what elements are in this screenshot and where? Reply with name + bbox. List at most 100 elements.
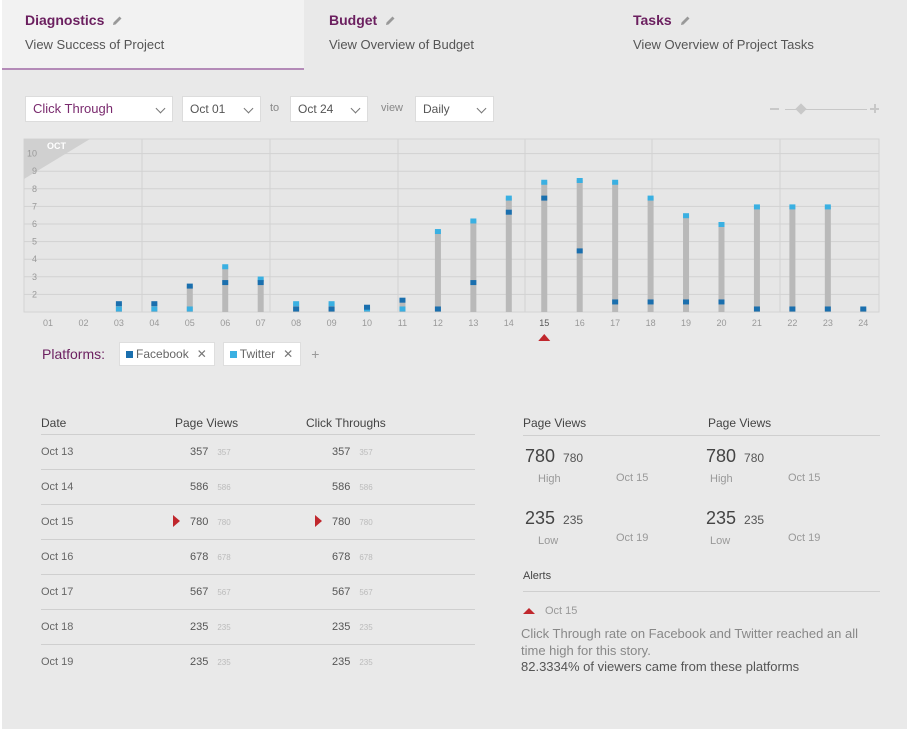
cell-value-small: 678: [359, 553, 373, 562]
stat-label: Low: [710, 535, 731, 547]
twitter-marker: [293, 301, 300, 307]
x-tick-label: 14: [504, 318, 514, 328]
table-row[interactable]: Oct 16 678 678 678 678: [41, 540, 475, 575]
cell-value-small: 567: [359, 588, 373, 597]
stat-date: Oct 15: [616, 472, 649, 484]
facebook-marker: [434, 306, 441, 312]
zoom-out-icon[interactable]: [770, 108, 779, 110]
platform-chip-twitter[interactable]: Twitter ✕: [222, 342, 302, 366]
cell-click-throughs: 678 678: [332, 551, 373, 563]
start-date-select[interactable]: Oct 01: [182, 96, 261, 122]
cell-date: Oct 16: [41, 551, 74, 563]
zoom-in-icon[interactable]: [870, 104, 880, 114]
tab-budget-title: Budget: [329, 12, 608, 28]
stat-high: 780 780: [706, 446, 764, 467]
x-tick-label: 12: [433, 318, 443, 328]
stat-low: 235 235: [706, 508, 764, 529]
view-select[interactable]: Daily: [415, 96, 494, 122]
twitter-marker: [541, 179, 548, 185]
table-row[interactable]: Oct 18 235 235 235 235: [41, 610, 475, 645]
twitter-color-swatch: [229, 350, 237, 358]
x-tick-label: 22: [787, 318, 797, 328]
facebook-marker: [505, 209, 512, 215]
platform-chip-label: Facebook: [136, 347, 189, 361]
platform-chip-facebook[interactable]: Facebook ✕: [119, 342, 215, 366]
x-tick-label: 09: [327, 318, 337, 328]
tab-diagnostics-subtitle: View Success of Project: [25, 37, 165, 52]
table-row[interactable]: Oct 14 586 586 586 586: [41, 470, 475, 505]
pencil-icon[interactable]: [385, 15, 396, 26]
table-row[interactable]: Oct 17 567 567 567 567: [41, 575, 475, 610]
twitter-marker: [434, 229, 441, 235]
close-icon[interactable]: ✕: [197, 347, 207, 361]
click-through-chart: OCT234567891001 02 03 04 05 06 07 08 09 10 11 12 13 1…: [23, 138, 880, 341]
tab-tasks[interactable]: Tasks View Overview of Project Tasks: [610, 0, 907, 70]
stat-low: 235 235: [525, 508, 583, 529]
tab-budget[interactable]: Budget View Overview of Budget: [306, 0, 608, 70]
facebook-marker: [151, 301, 158, 307]
cell-value-small: 780: [359, 518, 373, 527]
arrow-right-icon: [315, 515, 322, 527]
daily-stats-table: Date Page Views Click Throughs Oct 13 357…: [41, 408, 475, 680]
twitter-marker: [328, 301, 335, 307]
zoom-handle[interactable]: [795, 103, 807, 115]
metric-select[interactable]: Click Through: [25, 96, 173, 122]
plot-background: [23, 138, 880, 313]
stat-label: High: [538, 473, 561, 485]
stats-column-title: Page Views: [523, 416, 587, 430]
facebook-marker: [328, 306, 335, 312]
alert-up-icon: [523, 608, 535, 614]
add-platform-button[interactable]: +: [311, 346, 319, 362]
x-tick-label: 19: [681, 318, 691, 328]
y-tick-label: 4: [32, 254, 37, 264]
stats-header: Page Views Page Views: [523, 408, 880, 436]
table-row[interactable]: Oct 13 357 357 357 357: [41, 435, 475, 470]
cell-date: Oct 19: [41, 656, 74, 668]
pencil-icon[interactable]: [112, 15, 123, 26]
stat-date: Oct 15: [788, 472, 821, 484]
column-header-click-throughs: Click Throughs: [306, 416, 386, 430]
cell-value-small: 235: [217, 623, 231, 632]
x-tick-label: 21: [752, 318, 762, 328]
y-tick-label: 7: [32, 201, 37, 211]
table-body: Oct 13 357 357 357 357 Oct 14 586 586 586 586 Oct …: [41, 435, 475, 680]
bar: [541, 181, 548, 312]
cell-value-small: 586: [217, 483, 231, 492]
end-date-value: Oct 24: [298, 102, 334, 116]
cell-date: Oct 14: [41, 481, 74, 493]
cell-value: 780: [190, 516, 209, 528]
cell-value: 567: [190, 586, 209, 598]
table-row[interactable]: Oct 19 235 235 235 235: [41, 645, 475, 680]
twitter-marker: [753, 204, 760, 210]
cell-date: Oct 18: [41, 621, 74, 633]
bar: [470, 220, 477, 312]
facebook-marker: [541, 195, 548, 201]
diagnostics-app: Diagnostics View Success of Project Budg…: [2, 0, 907, 729]
twitter-marker: [186, 306, 193, 312]
bar: [683, 215, 690, 312]
close-icon[interactable]: ✕: [283, 347, 293, 361]
cell-value-small: 678: [217, 553, 231, 562]
end-date-select[interactable]: Oct 24: [290, 96, 368, 122]
bar: [505, 197, 512, 312]
y-tick-label: 10: [27, 149, 37, 159]
stats-column-title: Page Views: [708, 416, 772, 430]
facebook-marker: [612, 299, 619, 305]
stat-value-small: 235: [563, 513, 584, 527]
zoom-slider[interactable]: [770, 103, 880, 116]
facebook-marker: [293, 306, 300, 312]
pencil-icon[interactable]: [680, 15, 691, 26]
cell-page-views: 567 567: [190, 586, 231, 598]
x-tick-label: 23: [823, 318, 833, 328]
x-tick-label: 11: [398, 318, 407, 328]
cell-page-views: 235 235: [190, 656, 231, 668]
cell-value-small: 567: [217, 588, 231, 597]
x-tick-label: 06: [220, 318, 230, 328]
table-row[interactable]: Oct 15 780 780 780 780: [41, 505, 475, 540]
x-tick-label: 10: [362, 318, 372, 328]
tab-diagnostics[interactable]: Diagnostics View Success of Project: [2, 0, 304, 70]
cell-click-throughs: 780 780: [332, 516, 373, 528]
platforms-label: Platforms:: [42, 346, 106, 362]
facebook-marker: [364, 304, 371, 310]
x-tick-label: 05: [185, 318, 195, 328]
